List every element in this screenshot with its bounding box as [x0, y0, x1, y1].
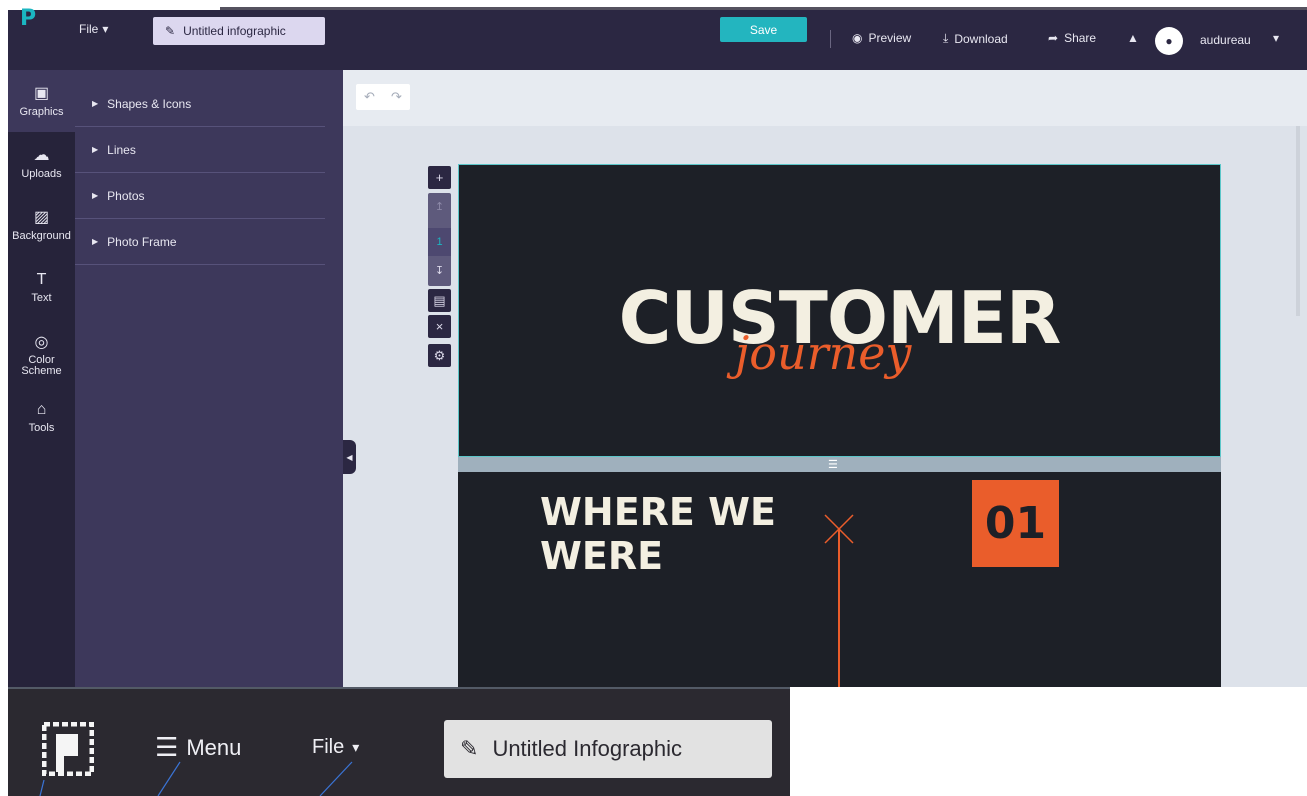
rail-item-label: Background — [12, 229, 71, 242]
document-title-button[interactable]: ✎ Untitled infographic — [153, 17, 325, 45]
document-title: Untitled infographic — [183, 24, 286, 38]
add-block-icon[interactable]: + — [428, 166, 451, 189]
rail-item-label: Uploads — [21, 167, 62, 180]
caret-right-icon: ▶ — [92, 191, 99, 200]
save-button[interactable]: Save — [720, 17, 807, 42]
text-icon: T — [36, 270, 47, 288]
section-title-line: WERE — [540, 534, 664, 578]
hatch-icon: ▨ — [33, 208, 50, 226]
section-title-line: WHERE WE — [540, 490, 776, 534]
collapse-panel-icon[interactable]: ◀ — [343, 440, 356, 474]
script-text[interactable]: journey — [735, 326, 911, 380]
caret-right-icon: ▶ — [92, 99, 99, 108]
redo-icon[interactable]: ↷ — [391, 89, 402, 105]
block-separator[interactable] — [458, 457, 1221, 472]
timeline-line[interactable] — [838, 528, 840, 687]
rail-item-graphics[interactable]: ▣ Graphics — [8, 70, 75, 132]
panel-row-label: Photo Frame — [107, 234, 177, 249]
chevron-down-icon: ▾ — [352, 739, 360, 755]
preview-label: Preview — [868, 31, 912, 45]
notification-bell-icon[interactable]: ▲ — [1127, 31, 1139, 45]
user-menu-chevron-icon[interactable]: ▾ — [1273, 31, 1279, 45]
palette-icon: ◎ — [34, 333, 49, 351]
toolbar-divider — [830, 30, 831, 48]
avatar[interactable]: ● — [1155, 27, 1183, 55]
panel-row-lines[interactable]: ▶ Lines — [75, 127, 325, 173]
image-icon: ▣ — [33, 84, 50, 102]
panel-row-photo-frame[interactable]: ▶ Photo Frame — [75, 219, 325, 265]
undo-icon[interactable]: ↶ — [364, 89, 375, 105]
app-logo-icon[interactable]: P — [20, 6, 44, 31]
vertical-scrollbar[interactable] — [1296, 126, 1300, 316]
download-icon: ⤓ — [943, 31, 949, 45]
move-down-icon[interactable]: ↧ — [428, 259, 451, 282]
drag-handle-icon[interactable]: ☰ — [828, 458, 838, 471]
panel-row-shapes-icons[interactable]: ▶ Shapes & Icons — [75, 81, 325, 127]
panel-row-photos[interactable]: ▶ Photos — [75, 173, 325, 219]
duplicate-block-icon[interactable]: ▤ — [428, 289, 451, 312]
eye-icon: ◉ — [852, 31, 863, 45]
rail-item-label: Graphics — [19, 105, 64, 118]
share-button[interactable]: ➦ Share — [1048, 31, 1096, 45]
chevron-down-icon: ▾ — [102, 22, 109, 36]
block-number: 1 — [428, 228, 451, 256]
document-title-button[interactable]: ✎ Untitled Infographic — [444, 720, 772, 778]
block-settings-icon[interactable]: ⚙ — [428, 344, 451, 367]
caret-right-icon: ▶ — [92, 145, 99, 154]
pencil-icon: ✎ — [165, 24, 176, 38]
file-menu-label: File — [79, 22, 99, 36]
undo-redo-group: ↶ ↷ — [356, 84, 410, 110]
share-label: Share — [1064, 31, 1097, 45]
panel-row-label: Shapes & Icons — [107, 96, 192, 111]
hamburger-icon: ☰ — [155, 732, 179, 762]
rail-item-label: Tools — [28, 421, 55, 434]
rail-item-label: Color Scheme — [21, 353, 62, 377]
rail-item-color-scheme[interactable]: ◎ Color Scheme — [8, 322, 75, 388]
menu-label: Menu — [186, 734, 242, 760]
username[interactable]: audureau — [1200, 33, 1251, 47]
preview-button[interactable]: ◉ Preview — [852, 31, 911, 45]
move-up-icon[interactable]: ↥ — [428, 195, 451, 218]
section-number-box[interactable]: 01 — [972, 480, 1059, 567]
annotation-pointer-lines — [39, 761, 353, 796]
download-label: Download — [954, 31, 1008, 46]
canvas-toolbar — [343, 70, 1307, 126]
rail-item-background[interactable]: ▨ Background — [8, 194, 75, 256]
caret-right-icon: ▶ — [92, 237, 99, 246]
rail-item-uploads[interactable]: ☁ Uploads — [8, 132, 75, 194]
panel-row-label: Lines — [107, 142, 136, 157]
file-menu[interactable]: File ▾ — [79, 22, 108, 36]
file-menu[interactable]: File ▾ — [312, 736, 359, 759]
share-icon: ➦ — [1048, 31, 1059, 45]
rail-item-text[interactable]: T Text — [8, 256, 75, 318]
panel-row-label: Photos — [107, 188, 145, 203]
download-button[interactable]: ⤓ Download — [943, 31, 1008, 46]
cloud-icon: ☁ — [33, 146, 50, 164]
section-title[interactable]: WHERE WE WERE — [540, 490, 810, 578]
document-title: Untitled Infographic — [492, 736, 682, 761]
pencil-icon: ✎ — [460, 736, 479, 761]
file-menu-label: File — [312, 736, 345, 758]
delete-block-icon[interactable]: × — [428, 315, 451, 338]
toolbox-icon: ⌂ — [36, 400, 47, 418]
menu-button[interactable]: ☰ Menu — [155, 732, 241, 763]
rail-item-tools[interactable]: ⌂ Tools — [8, 386, 75, 448]
rail-item-label: Text — [31, 291, 52, 304]
